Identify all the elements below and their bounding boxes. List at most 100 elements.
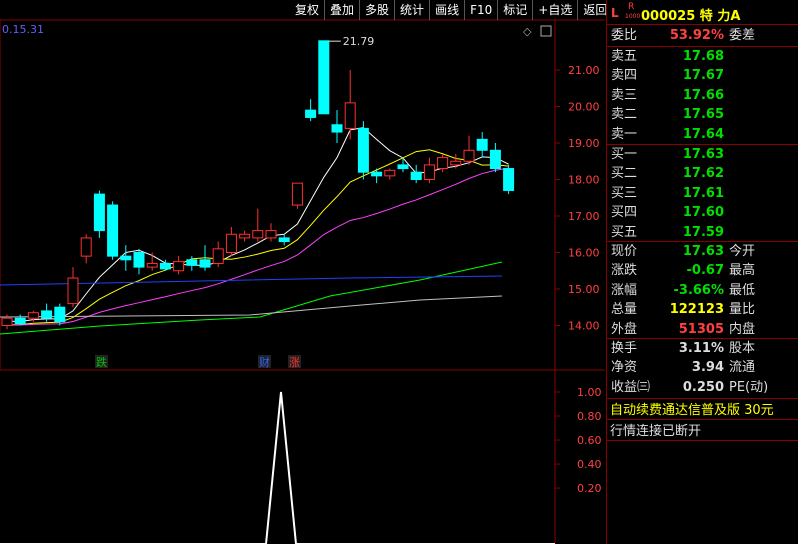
candle[interactable]: [80, 234, 92, 264]
quote-row[interactable]: 涨跌 -0.67 最高: [611, 261, 798, 280]
fund-label: 换手: [611, 341, 638, 356]
kline-chart[interactable]: 0.15.31 ◇ 21.00 20.00 19.00 18.00 17.00 16.00…: [0, 0, 605, 544]
sell-value: 17.64: [682, 126, 724, 142]
buy-row[interactable]: 买三 17.61: [611, 184, 798, 203]
quote-label2: 内盘: [729, 321, 756, 337]
candle[interactable]: [107, 201, 119, 260]
price-tick-label: 15.00: [568, 283, 600, 296]
quote-label2: 最低: [729, 282, 756, 298]
fund-label2: PE(动): [729, 379, 769, 395]
sell-label: 卖五: [611, 49, 638, 64]
indicator-tick-label: 1.00: [577, 386, 602, 399]
marquee-text[interactable]: 自动续费通达信普及版 30元: [610, 399, 798, 419]
sell-label: 卖二: [611, 107, 638, 123]
fund-row[interactable]: 净资 3.94 流通: [611, 358, 798, 377]
price-tick-label: 16.00: [568, 247, 600, 260]
candle[interactable]: [14, 314, 26, 326]
toolbar-item-4[interactable]: 画线: [429, 0, 464, 20]
candle[interactable]: [357, 121, 369, 180]
candle[interactable]: [305, 99, 317, 122]
fund-row[interactable]: 收益㈢ 0.250 PE(动): [611, 378, 798, 397]
quote-label: 现价: [611, 244, 638, 259]
sell-label: 卖一: [611, 126, 638, 142]
candle[interactable]: [371, 168, 383, 184]
stock-title: L R 1000 000025 特 力A: [611, 2, 798, 24]
buy-row[interactable]: 买五 17.59: [611, 223, 798, 242]
candle[interactable]: [212, 241, 224, 268]
sell-value: 17.66: [682, 87, 724, 103]
buy-row[interactable]: 买一 17.63: [611, 145, 798, 164]
fund-label: 净资: [611, 360, 638, 376]
stock-code-name[interactable]: 000025 特 力A: [641, 5, 740, 24]
candle[interactable]: [120, 245, 132, 271]
candle[interactable]: [225, 226, 237, 257]
quote-value: 122123: [669, 302, 724, 318]
quote-row[interactable]: 现价 17.63 今开: [611, 242, 798, 261]
candle[interactable]: [252, 208, 264, 242]
candle[interactable]: [291, 182, 303, 209]
buy-label: 买五: [611, 224, 638, 240]
candle[interactable]: [54, 303, 66, 326]
quote-label: 涨跌: [611, 263, 638, 279]
quote-row[interactable]: 外盘 51305 内盘: [611, 320, 798, 339]
indicator-tick-label: 0.60: [577, 434, 602, 447]
candle[interactable]: [503, 164, 515, 195]
candle[interactable]: [331, 110, 343, 143]
indicator-line: [0, 391, 555, 544]
fund-row[interactable]: 换手 3.11% 股本: [611, 339, 798, 358]
quote-label: 外盘: [611, 321, 638, 337]
fund-value: 3.94: [691, 360, 724, 376]
candle[interactable]: [278, 234, 290, 246]
toolbar-item-1[interactable]: 叠加: [324, 0, 359, 20]
market-prefix-r: R: [628, 2, 635, 12]
quote-panel: L R 1000 000025 特 力A 委比 53.92% 委差 卖五 17.6…: [606, 0, 798, 544]
quote-value: -0.67: [686, 263, 724, 279]
candle[interactable]: [173, 256, 185, 275]
toolbar-item-6[interactable]: 标记: [497, 0, 532, 20]
candle[interactable]: [133, 248, 145, 275]
buy-value: 17.63: [682, 147, 724, 162]
candle[interactable]: [410, 164, 422, 184]
buy-value: 17.60: [682, 205, 724, 221]
toolbar-item-0[interactable]: 复权: [290, 0, 324, 20]
quote-label: 总量: [611, 302, 638, 318]
candle[interactable]: [67, 267, 79, 308]
event-marker-label: 涨: [289, 356, 300, 369]
price-tick-label: 14.00: [568, 320, 600, 333]
candle[interactable]: [476, 132, 488, 158]
candle[interactable]: [146, 252, 158, 271]
toolbar-item-7[interactable]: +自选: [532, 0, 577, 20]
toolbar: 复权 叠加 多股 统计 画线 F10 标记 +自选 返回: [290, 0, 612, 20]
toolbar-item-5[interactable]: F10: [464, 0, 497, 20]
toolbar-item-2[interactable]: 多股: [359, 0, 394, 20]
price-tick-label: 18.00: [568, 174, 600, 187]
fund-label: 收益㈢: [611, 379, 651, 395]
candle[interactable]: [265, 223, 277, 242]
fund-label2: 股本: [729, 341, 756, 356]
buy-row[interactable]: 买二 17.62: [611, 164, 798, 183]
sell-row[interactable]: 卖五 17.68: [611, 47, 798, 66]
candle[interactable]: [384, 168, 396, 180]
candle[interactable]: [93, 190, 105, 238]
price-tick-label: 17.00: [568, 210, 600, 223]
divider: [607, 24, 798, 25]
candle[interactable]: [463, 135, 475, 165]
quote-row[interactable]: 涨幅 -3.66% 最低: [611, 281, 798, 300]
sell-row[interactable]: 卖四 17.67: [611, 66, 798, 85]
toolbar-item-3[interactable]: 统计: [394, 0, 429, 20]
candle[interactable]: [423, 157, 435, 184]
square-icon[interactable]: [540, 25, 552, 37]
sell-row[interactable]: 卖一 17.64: [611, 125, 798, 144]
sell-row[interactable]: 卖三 17.66: [611, 86, 798, 105]
weibi-value: 53.92%: [669, 28, 724, 43]
sell-value: 17.68: [682, 49, 724, 64]
candle[interactable]: [489, 143, 501, 173]
quote-row[interactable]: 总量 122123 量比: [611, 300, 798, 319]
candle[interactable]: [318, 40, 330, 115]
sell-row[interactable]: 卖二 17.65: [611, 105, 798, 124]
main-chart-frame: [0, 19, 556, 371]
candle[interactable]: [239, 230, 251, 242]
diamond-icon[interactable]: ◇: [523, 25, 532, 38]
buy-label: 买四: [611, 205, 638, 221]
buy-row[interactable]: 买四 17.60: [611, 203, 798, 222]
